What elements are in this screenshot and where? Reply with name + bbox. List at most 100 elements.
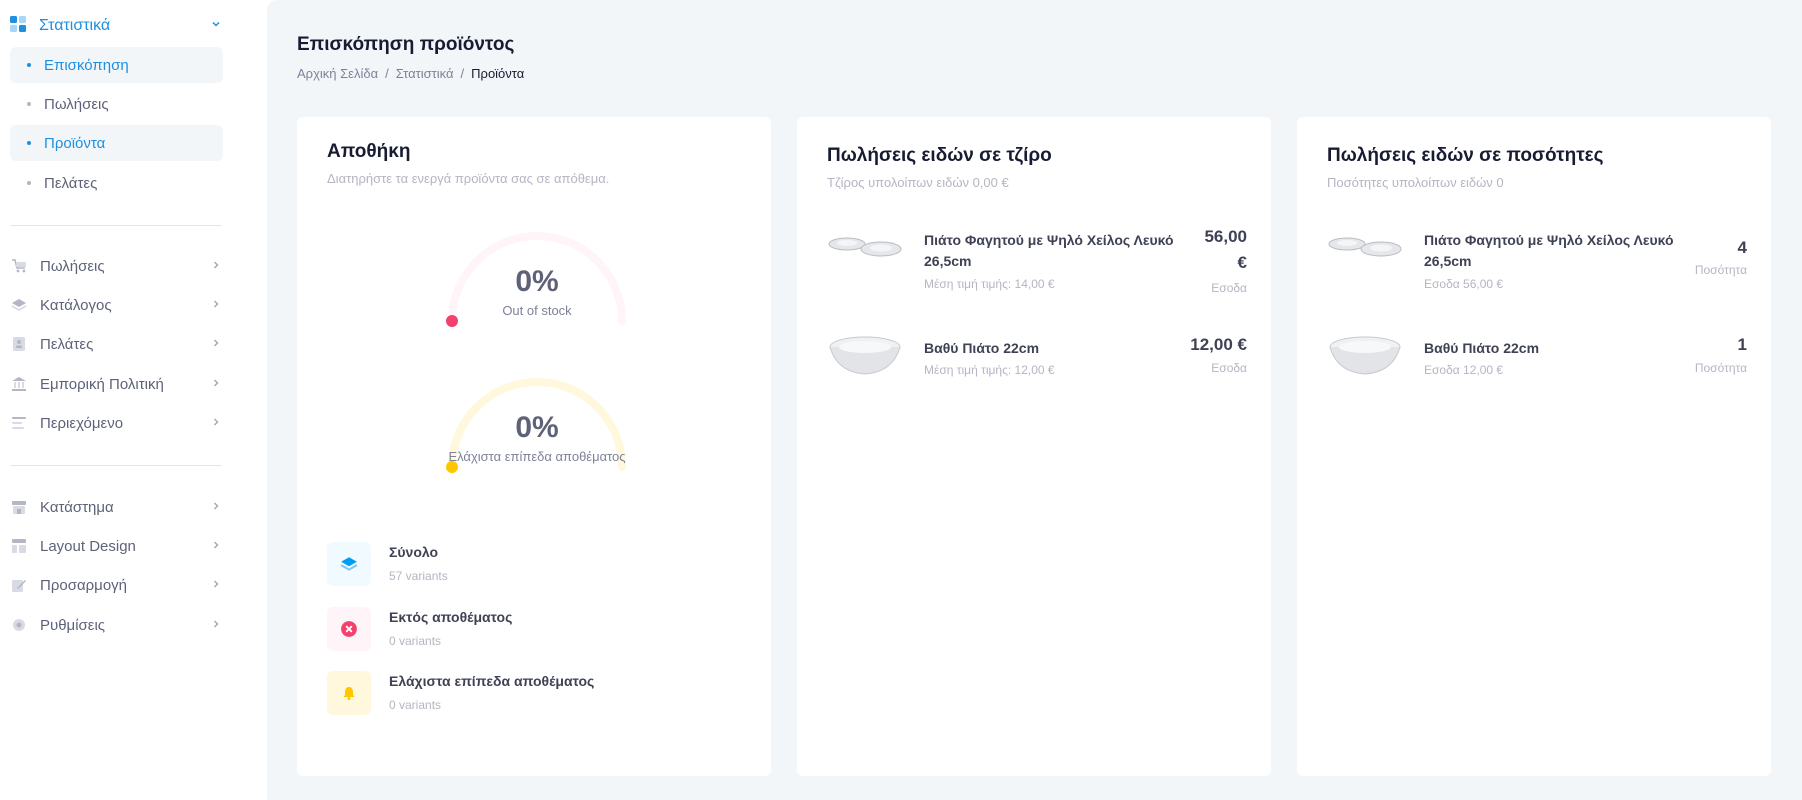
product-meta: Εσοδα 56,00 € — [1424, 277, 1504, 291]
chevron-right-icon — [210, 499, 222, 516]
sidebar-subitem-label: Προϊόντα — [44, 134, 106, 152]
list-item[interactable]: Πιάτο Φαγητού με Ψηλό Χείλος Λευκό 26,5c… — [827, 224, 1247, 295]
main-content: Επισκόπηση προϊόντος Αρχική Σελίδα / Στα… — [267, 0, 1802, 800]
layers-icon — [10, 296, 28, 314]
product-meta: Μέση τιμή τιμής: 12,00 € — [924, 363, 1055, 377]
deep-bowl-icon — [1327, 332, 1403, 382]
breadcrumb-separator: / — [460, 66, 465, 81]
sidebar-item-label: Πελάτες — [40, 335, 94, 353]
page-title: Επισκόπηση προϊόντος — [297, 34, 515, 55]
sidebar-item-label: Εμπορική Πολιτική — [40, 375, 164, 393]
sidebar-item-layout-design[interactable]: Layout Design — [10, 534, 226, 558]
stock-card: Αποθήκη Διατηρήστε τα ενεργά προϊόντα σα… — [297, 117, 771, 776]
list-item[interactable]: Πιάτο Φαγητού με Ψηλό Χείλος Λευκό 26,5c… — [1327, 224, 1747, 294]
sidebar-item-settings[interactable]: Ρυθμίσεις — [10, 613, 226, 637]
card-title: Αποθήκη — [327, 141, 411, 162]
stat-value: 57 variants — [389, 569, 448, 583]
stat-value: 0 variants — [389, 634, 442, 648]
shop-icon — [10, 498, 28, 516]
product-value: 56,00 — [1204, 227, 1247, 246]
sidebar-subitem-label: Πελάτες — [44, 174, 98, 192]
product-quantity: 1 — [1737, 335, 1747, 354]
gauge-value: 0% — [515, 411, 559, 444]
breadcrumb-separator: / — [385, 66, 389, 81]
product-value-currency: € — [1237, 253, 1247, 272]
breadcrumb-link-statistics[interactable]: Στατιστικά — [396, 66, 454, 81]
card-subtitle: Ποσότητες υπολοίπων ειδών 0 — [1327, 175, 1504, 190]
bell-icon — [327, 671, 371, 715]
sidebar-item-label: Κατάλογος — [40, 296, 112, 314]
out-of-stock-gauge: 0% Out of stock — [442, 231, 632, 341]
bullet-icon — [27, 102, 31, 106]
sidebar-divider — [10, 225, 222, 226]
sidebar-item-label: Περιεχόμενο — [40, 414, 124, 432]
chevron-right-icon — [210, 617, 222, 634]
breadcrumb-current: Προϊόντα — [471, 66, 525, 81]
flat-plates-icon — [827, 224, 903, 274]
gear-icon — [10, 616, 28, 634]
gauge-value: 0% — [515, 265, 559, 298]
card-title: Πωλήσεις ειδών σε τζίρο — [827, 145, 1052, 166]
layout-icon — [10, 537, 28, 555]
stat-value: 0 variants — [389, 698, 442, 712]
chevron-right-icon — [210, 376, 222, 393]
chevron-right-icon — [210, 577, 222, 594]
sidebar-item-content[interactable]: Περιεχόμενο — [10, 411, 226, 435]
stat-name: Ελάχιστα επίπεδα αποθέματος — [389, 673, 595, 689]
bullet-icon — [27, 141, 31, 145]
sidebar-subitem-products[interactable]: Προϊόντα — [10, 125, 223, 161]
product-name: Πιάτο Φαγητού με Ψηλό Χείλος Λευκό 26,5c… — [924, 232, 1174, 269]
sidebar-item-customization[interactable]: Προσαρμογή — [10, 573, 226, 597]
product-value-label: Ποσότητα — [1694, 361, 1747, 375]
bank-icon — [10, 375, 28, 393]
bullet-icon — [27, 181, 31, 185]
sidebar-item-label: Κατάστημα — [40, 498, 114, 516]
chevron-right-icon — [210, 415, 222, 432]
flat-plates-icon — [1327, 224, 1403, 274]
chevron-right-icon — [210, 336, 222, 353]
address-book-icon — [10, 335, 28, 353]
sidebar-item-label: Προσαρμογή — [40, 576, 127, 594]
list-item[interactable]: Βαθύ Πιάτο 22cm Μέση τιμή τιμής: 12,00 €… — [827, 332, 1247, 402]
sidebar-item-sales[interactable]: Πωλήσεις — [10, 254, 226, 278]
sidebar-item-shop[interactable]: Κατάστημα — [10, 495, 226, 519]
list-item[interactable]: Βαθύ Πιάτο 22cm Εσοδα 12,00 € 1 Ποσότητα — [1327, 332, 1747, 402]
sidebar-section-statistics[interactable]: Στατιστικά — [10, 14, 226, 38]
card-subtitle: Τζίρος υπολοίπων ειδών 0,00 € — [827, 175, 1009, 190]
stat-low-stock: Ελάχιστα επίπεδα αποθέματος 0 variants — [327, 671, 727, 715]
product-value-label: Εσοδα — [1211, 361, 1247, 375]
deep-bowl-icon — [827, 332, 903, 382]
chevron-right-icon — [210, 297, 222, 314]
sidebar-item-commercial-policy[interactable]: Εμπορική Πολιτική — [10, 372, 226, 396]
sidebar-subitem-customers[interactable]: Πελάτες — [10, 165, 223, 201]
chevron-right-icon — [210, 258, 222, 275]
product-name: Πιάτο Φαγητού με Ψηλό Χείλος Λευκό 26,5c… — [1424, 232, 1674, 269]
text-align-icon — [10, 414, 28, 432]
sidebar: Στατιστικά Επισκόπηση Πωλήσεις Προϊόντα … — [0, 0, 262, 800]
gauge-caption: Ελάχιστα επίπεδα αποθέματος — [448, 449, 626, 464]
breadcrumb: Αρχική Σελίδα / Στατιστικά / Προϊόντα — [297, 66, 524, 81]
sidebar-item-label: Ρυθμίσεις — [40, 616, 106, 634]
stat-out-of-stock: Εκτός αποθέματος 0 variants — [327, 607, 727, 651]
sidebar-item-label: Πωλήσεις — [40, 257, 105, 275]
quantity-card: Πωλήσεις ειδών σε ποσότητες Ποσότητες υπ… — [1297, 117, 1771, 776]
breadcrumb-link-home[interactable]: Αρχική Σελίδα — [297, 66, 378, 81]
product-quantity: 4 — [1737, 238, 1747, 257]
sidebar-subitem-sales[interactable]: Πωλήσεις — [10, 86, 223, 122]
sidebar-subitem-overview[interactable]: Επισκόπηση — [10, 47, 223, 83]
stat-name: Σύνολο — [389, 544, 439, 560]
sidebar-item-catalog[interactable]: Κατάλογος — [10, 293, 226, 317]
product-meta: Εσοδα 12,00 € — [1424, 363, 1504, 377]
product-meta: Μέση τιμή τιμής: 14,00 € — [924, 277, 1055, 291]
product-name: Βαθύ Πιάτο 22cm — [1424, 340, 1540, 356]
card-subtitle: Διατηρήστε τα ενεργά προϊόντα σας σε από… — [327, 171, 610, 186]
chevron-right-icon — [210, 538, 222, 555]
close-circle-icon — [327, 607, 371, 651]
sidebar-divider — [10, 465, 222, 466]
sidebar-subitem-label: Πωλήσεις — [44, 95, 109, 113]
sidebar-section-label: Στατιστικά — [39, 17, 111, 34]
sidebar-item-customers[interactable]: Πελάτες — [10, 332, 226, 356]
product-name: Βαθύ Πιάτο 22cm — [924, 340, 1040, 356]
cart-icon — [10, 257, 28, 275]
stat-total: Σύνολο 57 variants — [327, 542, 727, 586]
